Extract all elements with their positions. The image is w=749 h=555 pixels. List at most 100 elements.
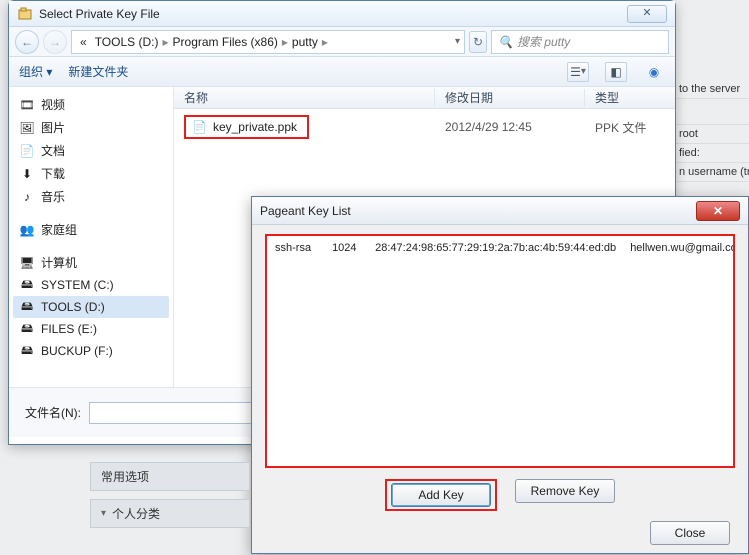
background-sidebar: 常用选项 ▾ 个人分类 bbox=[90, 462, 250, 536]
computer-icon: 🖥 bbox=[19, 255, 35, 271]
chevron-down-icon[interactable]: ▾ bbox=[455, 36, 460, 47]
arrow-left-icon: ← bbox=[21, 35, 33, 49]
key-list[interactable]: ssh-rsa 1024 28:47:24:98:65:77:29:19:2a:… bbox=[266, 235, 734, 467]
section-label: 常用选项 bbox=[101, 468, 149, 485]
nav-item-drive-e[interactable]: 🖴 FILES (E:) bbox=[13, 318, 169, 340]
nav-label: 下载 bbox=[41, 165, 65, 182]
organize-menu[interactable]: 组织 ▾ bbox=[19, 63, 52, 80]
nav-item-drive-c[interactable]: 🖴 SYSTEM (C:) bbox=[13, 274, 169, 296]
file-icon: 📄 bbox=[192, 120, 207, 134]
close-button[interactable]: ✕ bbox=[627, 5, 667, 23]
close-icon: ✕ bbox=[713, 204, 723, 218]
breadcrumb-seg[interactable]: TOOLS (D:) bbox=[91, 35, 163, 49]
key-bits: 1024 bbox=[332, 242, 372, 254]
nav-label: BUCKUP (F:) bbox=[41, 344, 113, 358]
nav-label: FILES (E:) bbox=[41, 322, 97, 336]
titlebar[interactable]: Select Private Key File ✕ bbox=[9, 1, 675, 27]
remove-key-button[interactable]: Remove Key bbox=[515, 479, 615, 503]
col-type[interactable]: 类型 bbox=[585, 89, 675, 106]
drive-icon: 🖴 bbox=[19, 277, 35, 293]
button-label: Add Key bbox=[418, 488, 463, 502]
key-fingerprint: 28:47:24:98:65:77:29:19:2a:7b:ac:4b:59:4… bbox=[375, 242, 627, 254]
nav-item-video[interactable]: 🎞 视频 bbox=[13, 93, 169, 116]
nav-label: 音乐 bbox=[41, 188, 65, 205]
close-icon: ✕ bbox=[642, 7, 651, 19]
app-icon bbox=[17, 6, 33, 22]
nav-item-drive-f[interactable]: 🖴 BUCKUP (F:) bbox=[13, 340, 169, 362]
help-button[interactable]: ◉ bbox=[643, 62, 665, 82]
close-button[interactable]: ✕ bbox=[696, 201, 740, 221]
drive-icon: 🖴 bbox=[19, 299, 35, 315]
nav-label: TOOLS (D:) bbox=[41, 300, 105, 314]
nav-label: 计算机 bbox=[41, 254, 77, 271]
bg-line: n username (tran bbox=[675, 163, 749, 182]
breadcrumb-seg[interactable]: Program Files (x86) bbox=[169, 35, 282, 49]
dialog-title: Select Private Key File bbox=[39, 7, 623, 21]
arrow-right-icon: → bbox=[49, 35, 61, 49]
file-name: key_private.ppk bbox=[213, 120, 297, 134]
drive-icon: 🖴 bbox=[19, 343, 35, 359]
file-row[interactable]: 📄 key_private.ppk 2012/4/29 12:45 PPK 文件 bbox=[174, 115, 675, 139]
nav-label: 文档 bbox=[41, 142, 65, 159]
search-icon: 🔍 bbox=[498, 35, 513, 49]
nav-back-button[interactable]: ← bbox=[15, 30, 39, 54]
navigation-pane: 🎞 视频 🖼 图片 📄 文档 ⬇ 下载 ♪音乐 👥 家庭组 🖥 计算机 🖴 SYSTEM (C… bbox=[9, 87, 174, 387]
homegroup-icon: 👥 bbox=[19, 222, 35, 238]
col-name[interactable]: 名称 bbox=[174, 89, 435, 106]
video-icon: 🎞 bbox=[19, 97, 35, 113]
breadcrumb-root[interactable]: « bbox=[76, 35, 91, 49]
section-label: 个人分类 bbox=[112, 505, 160, 522]
close-dialog-button[interactable]: Close bbox=[650, 521, 730, 545]
drive-icon: 🖴 bbox=[19, 321, 35, 337]
nav-item-drive-d[interactable]: 🖴 TOOLS (D:) bbox=[13, 296, 169, 318]
pageant-titlebar[interactable]: Pageant Key List ✕ bbox=[252, 197, 748, 225]
chevron-right-icon: ▸ bbox=[322, 35, 328, 49]
refresh-icon: ↻ bbox=[473, 35, 483, 49]
breadcrumb-seg[interactable]: putty bbox=[288, 35, 322, 49]
filename-label: 文件名(N): bbox=[25, 404, 81, 421]
nav-item-homegroup[interactable]: 👥 家庭组 bbox=[13, 218, 169, 241]
nav-item-computer[interactable]: 🖥 计算机 bbox=[13, 251, 169, 274]
section-common-options[interactable]: 常用选项 bbox=[90, 462, 250, 491]
refresh-button[interactable]: ↻ bbox=[469, 31, 487, 53]
breadcrumb[interactable]: « TOOLS (D:) ▸ Program Files (x86) ▸ put… bbox=[71, 30, 465, 54]
button-label: Close bbox=[675, 526, 706, 540]
toolbar: 组织 ▾ 新建文件夹 ☰ ▾ ◧ ◉ bbox=[9, 57, 675, 87]
downloads-icon: ⬇ bbox=[19, 166, 35, 182]
pictures-icon: 🖼 bbox=[19, 120, 35, 136]
nav-label: 视频 bbox=[41, 96, 65, 113]
nav-item-documents[interactable]: 📄 文档 bbox=[13, 139, 169, 162]
pageant-title: Pageant Key List bbox=[260, 204, 696, 218]
key-algo: ssh-rsa bbox=[275, 242, 329, 254]
column-headers[interactable]: 名称 修改日期 类型 bbox=[174, 87, 675, 109]
breadcrumb-bar: ← → « TOOLS (D:) ▸ Program Files (x86) ▸… bbox=[9, 27, 675, 57]
col-date[interactable]: 修改日期 bbox=[435, 89, 585, 106]
bg-line: to the server bbox=[675, 80, 749, 99]
add-key-button[interactable]: Add Key bbox=[391, 483, 491, 507]
key-row[interactable]: ssh-rsa 1024 28:47:24:98:65:77:29:19:2a:… bbox=[275, 242, 725, 254]
section-personal-category[interactable]: ▾ 个人分类 bbox=[90, 499, 250, 528]
nav-label: 图片 bbox=[41, 119, 65, 136]
nav-item-pictures[interactable]: 🖼 图片 bbox=[13, 116, 169, 139]
bg-line: fied: bbox=[675, 144, 749, 163]
help-icon: ◉ bbox=[649, 65, 659, 79]
search-placeholder: 搜索 putty bbox=[517, 33, 570, 50]
nav-label: 家庭组 bbox=[41, 221, 77, 238]
background-panel: to the server root fied: n username (tra… bbox=[675, 80, 749, 182]
file-type: PPK 文件 bbox=[585, 119, 675, 136]
new-folder-button[interactable]: 新建文件夹 bbox=[68, 63, 128, 80]
nav-item-downloads[interactable]: ⬇ 下载 bbox=[13, 162, 169, 185]
view-icon: ☰ bbox=[570, 65, 581, 79]
button-label: Remove Key bbox=[531, 484, 600, 498]
key-comment: hellwen.wu@gmail.com bbox=[630, 242, 734, 254]
preview-pane-button[interactable]: ◧ bbox=[605, 62, 627, 82]
nav-label: SYSTEM (C:) bbox=[41, 278, 114, 292]
nav-forward-button[interactable]: → bbox=[43, 30, 67, 54]
view-menu[interactable]: ☰ ▾ bbox=[567, 62, 589, 82]
panel-icon: ◧ bbox=[610, 65, 621, 79]
nav-item-music[interactable]: ♪音乐 bbox=[13, 185, 169, 208]
pageant-dialog: Pageant Key List ✕ ssh-rsa 1024 28:47:24… bbox=[251, 196, 749, 554]
documents-icon: 📄 bbox=[19, 143, 35, 159]
chevron-down-icon: ▾ bbox=[101, 508, 106, 519]
search-input[interactable]: 🔍 搜索 putty bbox=[491, 30, 669, 54]
